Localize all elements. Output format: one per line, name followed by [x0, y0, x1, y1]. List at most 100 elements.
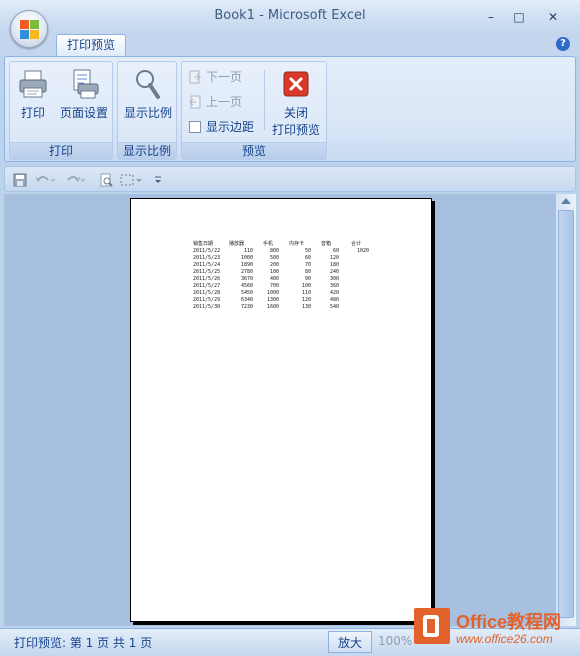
save-icon[interactable] — [13, 173, 27, 187]
table-cell: 110 — [301, 290, 311, 296]
page-setup-button[interactable]: 页面设置 — [56, 68, 112, 121]
table-cell: 2011/5/29 — [193, 297, 221, 303]
table-cell: 90 — [304, 276, 311, 282]
table-cell: 6340 — [240, 297, 253, 303]
watermark-title: Office教程网 — [456, 612, 562, 632]
previous-page-label: 上一页 — [206, 95, 243, 109]
quick-access-toolbar — [4, 166, 576, 192]
table-cell: 3670 — [240, 276, 253, 282]
table-cell: 800 — [269, 248, 279, 254]
selection-icon[interactable] — [119, 173, 145, 187]
table-cell: 2780 — [240, 269, 253, 275]
table-cell: 200 — [269, 262, 279, 268]
next-page-button[interactable]: 下一页 — [188, 68, 242, 86]
table-cell: 4560 — [240, 283, 253, 289]
close-icon — [280, 68, 312, 100]
maximize-icon: □ — [513, 10, 525, 24]
header-cell: 内存卡 — [289, 241, 305, 247]
table-cell: 80 — [304, 269, 311, 275]
header-cell: 手机 — [263, 241, 274, 247]
close-window-icon: ✕ — [547, 10, 559, 24]
redo-icon[interactable] — [65, 173, 87, 187]
table-cell: 2011/5/22 — [193, 248, 221, 254]
table-cell: 1020 — [356, 248, 369, 254]
zoom-button-label: 显示比例 — [123, 106, 172, 120]
table-cell: 480 — [329, 297, 339, 303]
zoom-group: 显示比例 显示比例 — [117, 61, 177, 160]
header-cell: 播放器 — [229, 241, 245, 247]
zoom-button[interactable]: 显示比例 — [120, 68, 176, 121]
tab-print-preview[interactable]: 打印预览 — [56, 34, 126, 57]
table-cell: 60 — [304, 255, 311, 261]
table-cell: 2011/5/26 — [193, 276, 221, 282]
table-cell: 100 — [301, 283, 311, 289]
header-cell: 合计 — [351, 241, 362, 247]
close-preview-label-line2: 打印预览 — [271, 123, 320, 137]
table-cell: 100 — [269, 269, 279, 275]
show-margins-checkbox[interactable]: 显示边距 — [188, 118, 254, 136]
table-cell: 2011/5/28 — [193, 290, 221, 296]
table-cell: 2011/5/23 — [193, 255, 221, 261]
minimize-button[interactable]: – — [478, 8, 504, 26]
close-window-button[interactable]: ✕ — [540, 8, 566, 26]
office-logo-icon — [414, 608, 450, 644]
page-setup-button-label: 页面设置 — [59, 106, 108, 120]
print-preview-icon[interactable] — [99, 173, 113, 187]
scroll-thumb[interactable] — [558, 210, 574, 618]
print-group-label: 打印 — [10, 142, 112, 159]
scroll-up-icon[interactable] — [561, 198, 571, 204]
status-text: 打印预览: 第 1 页 共 1 页 — [14, 636, 153, 650]
table-cell: 70 — [304, 262, 311, 268]
header-cell: 销售日期 — [193, 241, 214, 247]
table-cell: 180 — [329, 262, 339, 268]
previous-page-icon — [188, 95, 202, 109]
table-cell: 540 — [329, 304, 339, 310]
next-page-label: 下一页 — [206, 70, 243, 84]
customize-toolbar-icon[interactable] — [153, 173, 163, 187]
title-bar: Book1 - Microsoft Excel – □ ✕ — [0, 0, 580, 34]
table-cell: 130 — [301, 304, 311, 310]
group-separator — [264, 70, 265, 130]
print-page: 销售日期 播放器 手机 内存卡 音箱 合计 2011/5/22 110 800 50 6… — [130, 198, 432, 622]
printer-icon — [17, 68, 49, 100]
maximize-button[interactable]: □ — [506, 8, 532, 26]
close-preview-button[interactable]: 关闭 打印预览 — [268, 68, 324, 138]
table-cell: 1890 — [240, 262, 253, 268]
checkbox-icon — [188, 120, 202, 134]
table-cell: 2011/5/30 — [193, 304, 221, 310]
show-margins-label: 显示边距 — [206, 120, 255, 134]
table-cell: 120 — [301, 297, 311, 303]
table-cell: 420 — [329, 290, 339, 296]
office-logo-icon — [20, 20, 40, 40]
previous-page-button[interactable]: 上一页 — [188, 93, 242, 111]
ribbon-tab-strip: 打印预览 ? — [0, 34, 580, 57]
watermark-url: www.office26.com — [456, 632, 553, 646]
table-cell: 2011/5/24 — [193, 262, 221, 268]
table-cell: 300 — [329, 276, 339, 282]
table-cell: 1300 — [266, 297, 279, 303]
table-cell: 2011/5/27 — [193, 283, 221, 289]
help-icon[interactable]: ? — [556, 37, 570, 51]
table-cell: 400 — [269, 276, 279, 282]
zoom-in-button[interactable]: 放大 — [328, 631, 372, 653]
zoom-level: 100% — [378, 634, 413, 648]
office-button[interactable] — [10, 10, 48, 48]
preview-group: 下一页 上一页 显示边距 关闭 打印预览 预览 — [181, 61, 327, 160]
table-cell: 240 — [329, 269, 339, 275]
table-cell: 700 — [269, 283, 279, 289]
minimize-icon: – — [488, 10, 494, 24]
table-cell: 50 — [304, 248, 311, 254]
print-button[interactable]: 打印 — [16, 68, 50, 121]
table-cell: 1000 — [240, 255, 253, 261]
table-cell: 5450 — [240, 290, 253, 296]
table-cell: 120 — [329, 255, 339, 261]
undo-icon[interactable] — [35, 173, 57, 187]
vertical-scrollbar[interactable] — [556, 194, 576, 626]
zoom-group-label: 显示比例 — [118, 142, 176, 159]
table-cell: 360 — [329, 283, 339, 289]
ribbon: 打印 页面设置 打印 显示比例 显示比例 下一页 上一页 显示边距 关闭 打印预… — [4, 56, 576, 162]
table-cell: 110 — [243, 248, 253, 254]
table-cell: 60 — [332, 248, 339, 254]
page-setup-icon — [68, 68, 100, 100]
table-cell: 500 — [269, 255, 279, 261]
